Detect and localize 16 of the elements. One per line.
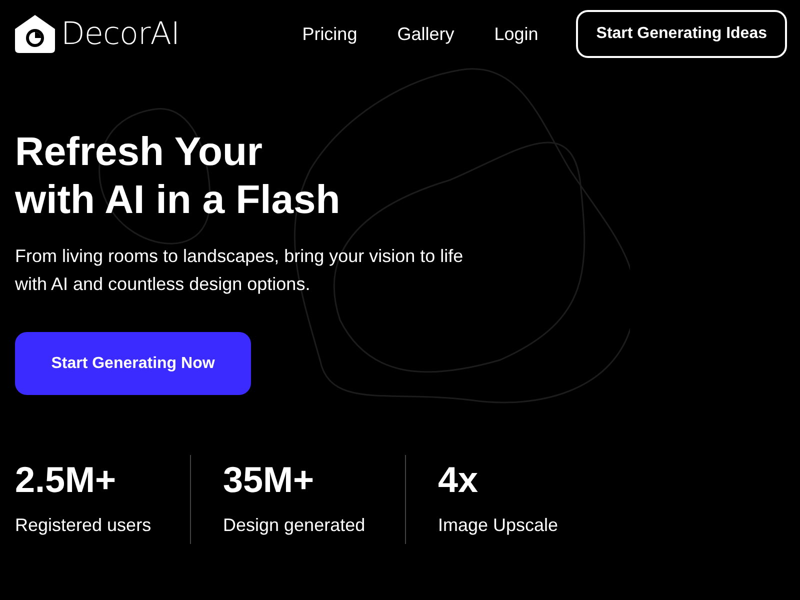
stat-label: Registered users [15, 515, 152, 537]
nav-link[interactable]: Pricing [302, 24, 358, 44]
stat-value: 35M+ [223, 458, 316, 502]
stat-value: 2.5M+ [15, 458, 118, 502]
brand-name: DecorAI [61, 16, 180, 52]
hero-title-line: with AI in a Flash [15, 177, 340, 224]
hero-subtitle: From living rooms to landscapes, bring your vision to life with AI and countless design options. [15, 245, 464, 296]
nav-link[interactable]: Gallery [397, 24, 454, 44]
nav-link[interactable]: Login [494, 24, 538, 44]
stat-label: Design generated [223, 515, 366, 537]
stat-label: Image Upscale [438, 515, 558, 537]
stat-value: 4x [438, 458, 480, 502]
logo-icon [15, 15, 55, 53]
hero-title-line: Refresh Your [15, 129, 262, 176]
start-generating-button[interactable]: Start Generating Now [15, 332, 251, 395]
start-ideas-button[interactable]: Start Generating Ideas [576, 10, 787, 58]
